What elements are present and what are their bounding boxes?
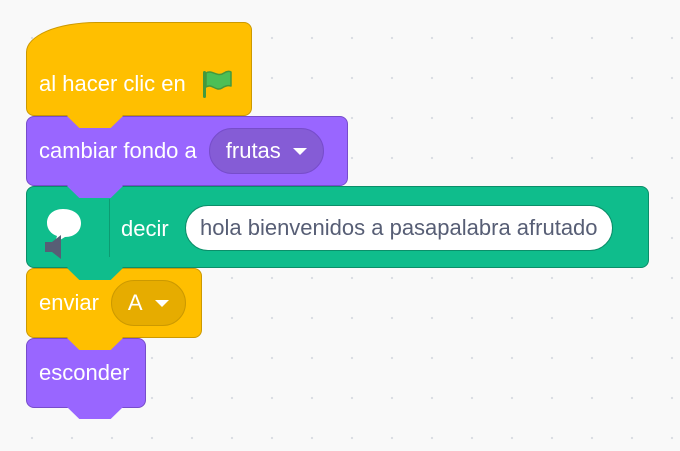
hide-label: esconder xyxy=(39,360,130,385)
switch-backdrop-block[interactable]: cambiar fondo a frutas xyxy=(26,116,348,197)
message-dropdown[interactable]: A xyxy=(110,280,186,326)
green-flag-icon xyxy=(200,69,234,99)
switch-backdrop-label: cambiar fondo a xyxy=(39,138,197,163)
say-message-input[interactable]: hola bienvenidos a pasapalabra afrutado xyxy=(185,205,613,251)
chevron-down-icon xyxy=(154,299,169,307)
broadcast-block[interactable]: enviar A xyxy=(26,268,202,349)
chevron-down-icon xyxy=(292,147,307,155)
backdrop-dropdown[interactable]: frutas xyxy=(208,128,324,174)
hide-block[interactable]: esconder xyxy=(26,338,146,419)
say-label: decir xyxy=(121,216,169,241)
say-message-text: hola bienvenidos a pasapalabra afrutado xyxy=(200,215,598,240)
say-block[interactable]: decir hola bienvenidos a pasapalabra afr… xyxy=(26,186,649,279)
speech-bubble-icon xyxy=(41,205,97,265)
broadcast-label: enviar xyxy=(39,290,99,315)
message-dropdown-value: A xyxy=(127,290,143,315)
when-flag-clicked-block[interactable]: al hacer clic en xyxy=(26,22,252,127)
when-flag-clicked-label: al hacer clic en xyxy=(39,71,186,96)
backdrop-dropdown-value: frutas xyxy=(225,138,281,163)
